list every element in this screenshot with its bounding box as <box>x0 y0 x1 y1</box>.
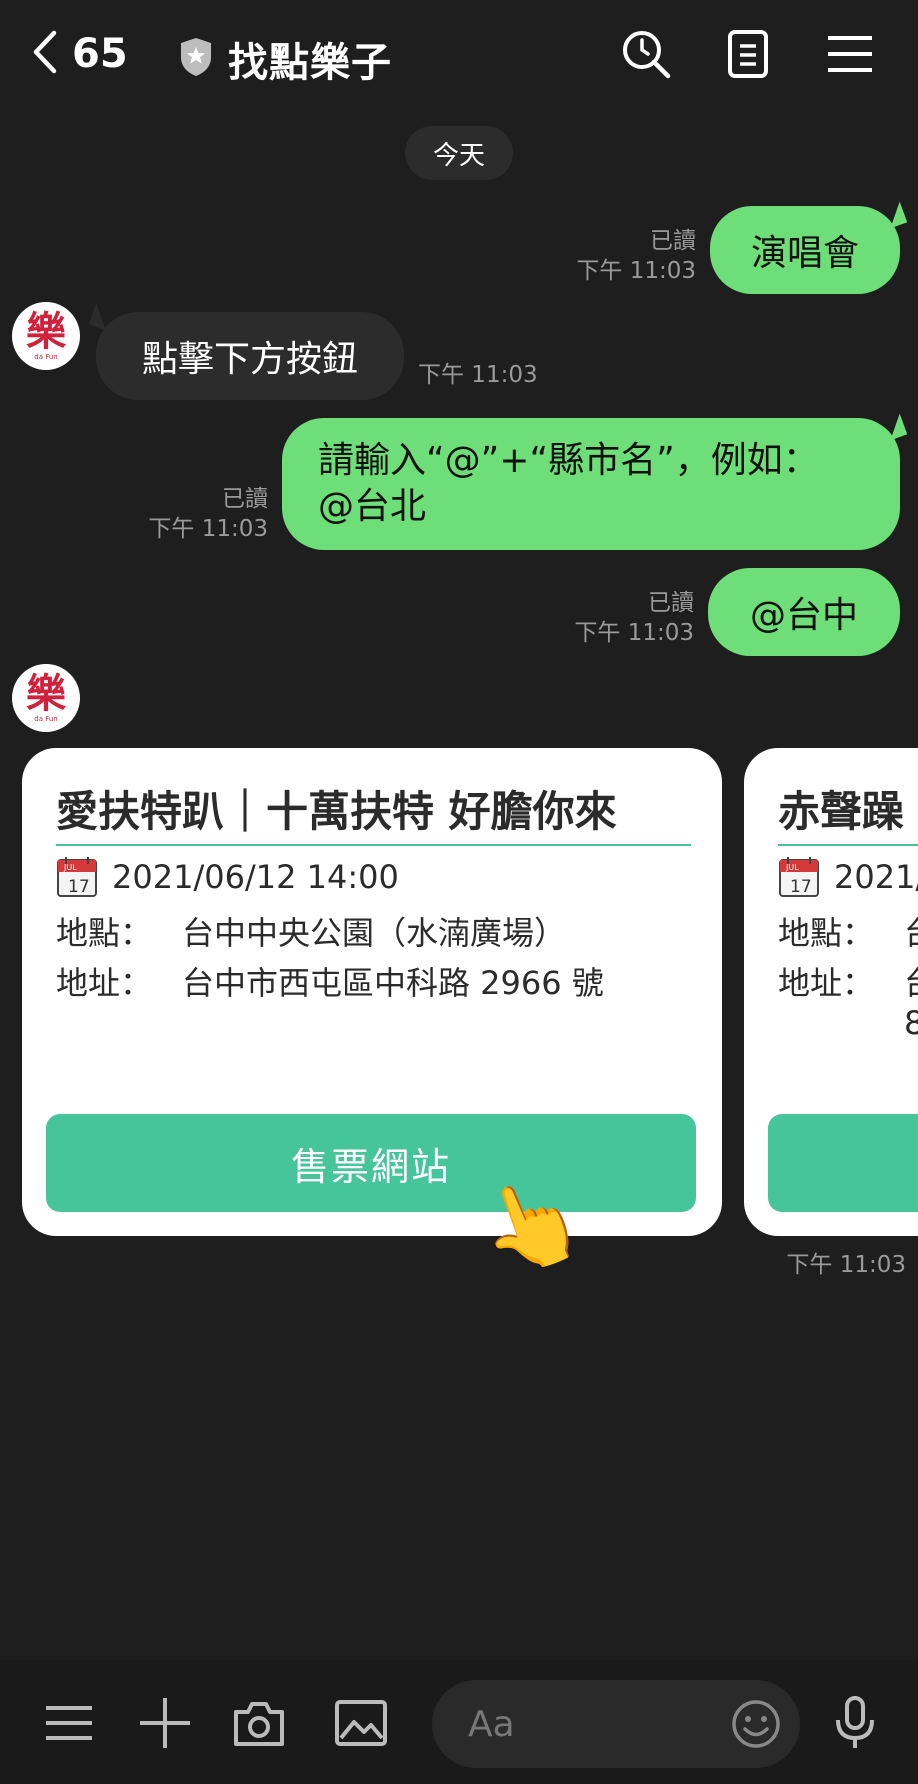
message-bubble-incoming[interactable]: 點擊下方按鈕 <box>96 312 404 400</box>
avatar-logo-sub: da Fun <box>34 353 58 361</box>
place-label: 地點： <box>56 914 153 952</box>
calendar-icon: JUL 17 <box>778 856 820 898</box>
chevron-left-icon <box>28 27 62 81</box>
menu-icon[interactable] <box>822 26 878 82</box>
message-time: 下午 11:03 <box>574 620 694 646</box>
menu-icon[interactable] <box>40 1694 98 1752</box>
message-text-line2: @台北 <box>318 486 427 527</box>
message-bubble-outgoing[interactable]: 演唱會 <box>710 206 900 294</box>
chat-title: 找點樂子 <box>228 40 392 86</box>
event-datetime-row: JUL 17 2021/ <box>778 856 918 898</box>
avatar[interactable]: 樂 da Fun <box>12 302 80 370</box>
search-icon[interactable] <box>618 26 674 82</box>
address-label: 地址： <box>56 964 153 1002</box>
event-card[interactable]: 愛扶特趴｜十萬扶特 好膽你來 JUL 17 2021/06/12 14:00 地點… <box>22 748 722 1236</box>
calendar-month: JUL <box>785 863 799 872</box>
chat-header: 65 找點樂子 <box>0 0 918 110</box>
read-receipt: 已讀 <box>650 228 696 254</box>
chat-title-group[interactable]: 找點樂子 <box>178 30 392 88</box>
event-address-row: 地址： 台中市西屯區中科路 2966 號 <box>56 958 604 1004</box>
message-text: @台中 <box>749 595 858 636</box>
calendar-month: JUL <box>63 863 77 872</box>
message-time: 下午 11:03 <box>786 1252 906 1278</box>
event-title: 愛扶特趴｜十萬扶特 好膽你來 <box>56 787 617 836</box>
avatar[interactable]: 樂 da Fun <box>12 664 80 732</box>
event-address: 台 <box>904 958 918 1004</box>
read-receipt: 已讀 <box>222 486 268 512</box>
shield-icon <box>178 36 228 82</box>
message-text-line1: 請輸入“@”+“縣市名”，例如： <box>318 440 819 481</box>
plus-icon[interactable] <box>136 1694 194 1752</box>
message-bubble-outgoing[interactable]: @台中 <box>708 568 900 656</box>
read-receipt: 已讀 <box>648 590 694 616</box>
back-button[interactable]: 65 <box>28 28 128 80</box>
camera-icon[interactable] <box>230 1694 288 1752</box>
ticket-site-button[interactable]: 售票網站 <box>46 1114 696 1212</box>
message-time: 下午 11:03 <box>576 258 696 284</box>
divider <box>56 844 691 846</box>
avatar-logo: 樂 <box>26 671 66 717</box>
event-place-row: 地點： 台 <box>778 908 918 954</box>
message-text: 點擊下方按鈕 <box>141 339 358 380</box>
event-datetime-row: JUL 17 2021/06/12 14:00 <box>56 856 399 898</box>
place-label: 地點： <box>778 914 875 952</box>
calendar-day: 17 <box>790 877 812 897</box>
address-label: 地址： <box>778 964 875 1002</box>
event-datetime: 2021/06/12 14:00 <box>112 858 399 896</box>
message-meta: 已讀 下午 11:03 <box>148 484 268 544</box>
message-input[interactable]: Aa <box>432 1680 800 1768</box>
message-bubble-outgoing[interactable]: 請輸入“@”+“縣市名”，例如： @台北 <box>282 418 900 550</box>
event-place: 台中中央公園（水湳廣場） <box>182 914 567 952</box>
divider <box>778 844 918 846</box>
message-time: 下午 11:03 <box>148 516 268 542</box>
event-address-cont: 8 <box>904 1004 918 1042</box>
event-title: 赤聲躁 <box>778 787 905 836</box>
notes-icon[interactable] <box>720 26 776 82</box>
message-time: 下午 11:03 <box>418 362 538 388</box>
event-address: 台中市西屯區中科路 2966 號 <box>182 964 604 1002</box>
composer-bar: Aa <box>0 1660 918 1784</box>
input-placeholder: Aa <box>468 1703 515 1745</box>
message-text: 演唱會 <box>750 233 859 274</box>
unread-count: 65 <box>72 31 128 77</box>
calendar-icon: JUL 17 <box>56 856 98 898</box>
calendar-day: 17 <box>68 877 90 897</box>
date-divider: 今天 <box>405 126 513 180</box>
microphone-icon[interactable] <box>826 1694 884 1752</box>
image-icon[interactable] <box>332 1694 390 1752</box>
event-place-row: 地點： 台中中央公園（水湳廣場） <box>56 908 566 954</box>
event-card[interactable]: 赤聲躁 JUL 17 2021/ 地點： 台 地址： 台 8 <box>744 748 918 1236</box>
event-datetime: 2021/ <box>834 858 918 896</box>
avatar-logo: 樂 <box>26 309 66 355</box>
message-meta: 已讀 下午 11:03 <box>576 226 696 286</box>
emoji-icon[interactable] <box>728 1696 784 1752</box>
ticket-site-button[interactable] <box>768 1114 918 1212</box>
message-meta: 已讀 下午 11:03 <box>574 588 694 648</box>
avatar-logo-sub: da Fun <box>34 715 58 723</box>
event-address-row: 地址： 台 <box>778 958 918 1004</box>
event-place: 台 <box>904 908 918 954</box>
